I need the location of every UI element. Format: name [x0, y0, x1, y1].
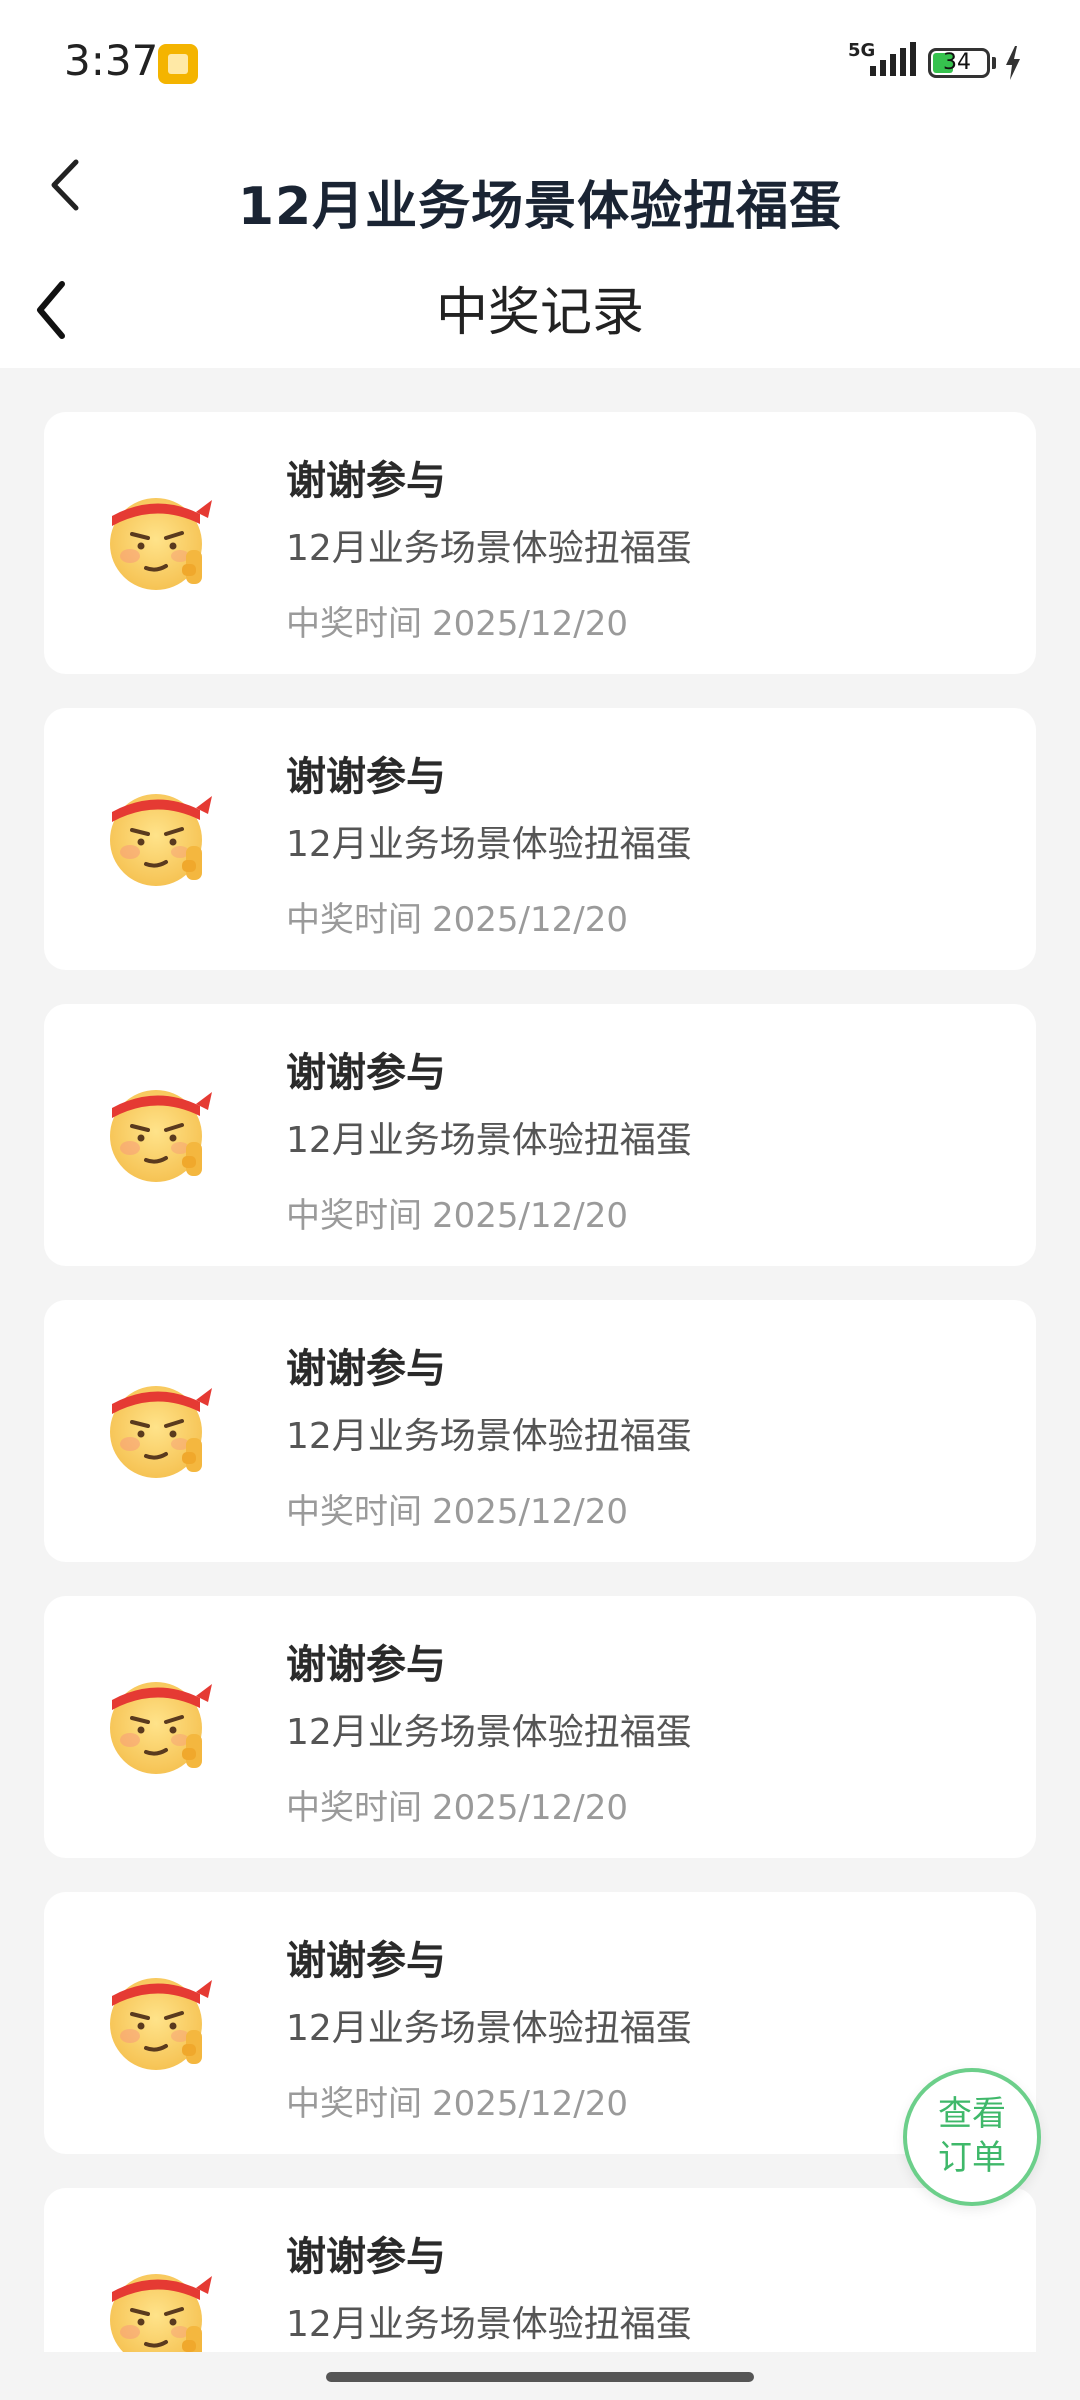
signal-icon [870, 42, 916, 76]
battery-tip [992, 57, 996, 69]
record-time-label: 中奖时间 [286, 1196, 422, 1236]
record-title: 谢谢参与 [286, 458, 446, 504]
record-activity: 12月业务场景体验扭福蛋 [286, 1120, 692, 1161]
record-time-value: 2025/12/20 [432, 1196, 628, 1236]
record-time: 中奖时间2025/12/20 [286, 2076, 628, 2125]
record-time-label: 中奖时间 [286, 900, 422, 940]
thinking-mascot-icon [110, 794, 212, 886]
record-time: 中奖时间2025/12/20 [286, 1188, 628, 1237]
thinking-mascot-icon [110, 1682, 212, 1774]
record-activity: 12月业务场景体验扭福蛋 [286, 1712, 692, 1753]
record-time: 中奖时间2025/12/20 [286, 596, 628, 645]
record-card[interactable]: 谢谢参与 12月业务场景体验扭福蛋 中奖时间2025/12/20 [44, 1892, 1036, 2154]
record-time-label: 中奖时间 [286, 2084, 422, 2124]
record-time-value: 2025/12/20 [432, 1492, 628, 1532]
record-time-value: 2025/12/20 [432, 2084, 628, 2124]
record-title: 谢谢参与 [286, 754, 446, 800]
record-title: 谢谢参与 [286, 1938, 446, 1984]
page: 3:37 5G 34 12月业务场景体验扭福蛋 中奖记录 谢谢参与 12月业务场… [0, 0, 1080, 2400]
notification-app-icon [158, 44, 198, 84]
battery-level: 34 [943, 50, 971, 75]
record-time-value: 2025/12/20 [432, 1788, 628, 1828]
record-activity: 12月业务场景体验扭福蛋 [286, 1416, 692, 1457]
record-card[interactable]: 谢谢参与 12月业务场景体验扭福蛋 中奖时间2025/12/20 [44, 1300, 1036, 1562]
record-title: 谢谢参与 [286, 1346, 446, 1392]
record-time-label: 中奖时间 [286, 604, 422, 644]
record-card[interactable]: 谢谢参与 12月业务场景体验扭福蛋 中奖时间2025/12/20 [44, 412, 1036, 674]
page-title: 12月业务场景体验扭福蛋 [237, 177, 843, 237]
record-time-label: 中奖时间 [286, 1788, 422, 1828]
record-card[interactable]: 谢谢参与 12月业务场景体验扭福蛋 中奖时间2025/12/20 [44, 708, 1036, 970]
thinking-mascot-icon [110, 1978, 212, 2070]
record-time-value: 2025/12/20 [432, 900, 628, 940]
thinking-mascot-icon [110, 1090, 212, 1182]
view-orders-label-line2: 订单 [938, 2138, 1006, 2178]
record-card[interactable]: 谢谢参与 12月业务场景体验扭福蛋 中奖时间2025/12/20 [44, 1004, 1036, 1266]
record-title: 谢谢参与 [286, 1642, 446, 1688]
view-orders-label-line1: 查看 [938, 2094, 1006, 2134]
record-title: 谢谢参与 [286, 2234, 446, 2280]
thinking-mascot-icon [110, 1386, 212, 1478]
record-title: 谢谢参与 [286, 1050, 446, 1096]
record-card[interactable]: 谢谢参与 12月业务场景体验扭福蛋 中奖时间2025/12/20 [44, 1596, 1036, 1858]
record-time-value: 2025/12/20 [432, 604, 628, 644]
battery-icon: 34 [928, 48, 990, 78]
sub-page-title: 中奖记录 [435, 283, 644, 343]
record-activity: 12月业务场景体验扭福蛋 [286, 824, 692, 865]
record-activity: 12月业务场景体验扭福蛋 [286, 528, 692, 569]
record-time: 中奖时间2025/12/20 [286, 1780, 628, 1829]
thinking-mascot-icon [110, 498, 212, 590]
home-indicator[interactable] [326, 2372, 754, 2382]
record-activity: 12月业务场景体验扭福蛋 [286, 2008, 692, 2049]
view-orders-button[interactable]: 查看 订单 [903, 2068, 1041, 2206]
record-time: 中奖时间2025/12/20 [286, 1484, 628, 1533]
charging-icon [1006, 46, 1020, 80]
top-navigation-bar: 12月业务场景体验扭福蛋 [0, 120, 1080, 250]
record-time-label: 中奖时间 [286, 1492, 422, 1532]
status-time: 3:37 [64, 36, 159, 85]
status-bar: 3:37 5G 34 [0, 0, 1080, 120]
record-time: 中奖时间2025/12/20 [286, 892, 628, 941]
record-activity: 12月业务场景体验扭福蛋 [286, 2304, 692, 2345]
